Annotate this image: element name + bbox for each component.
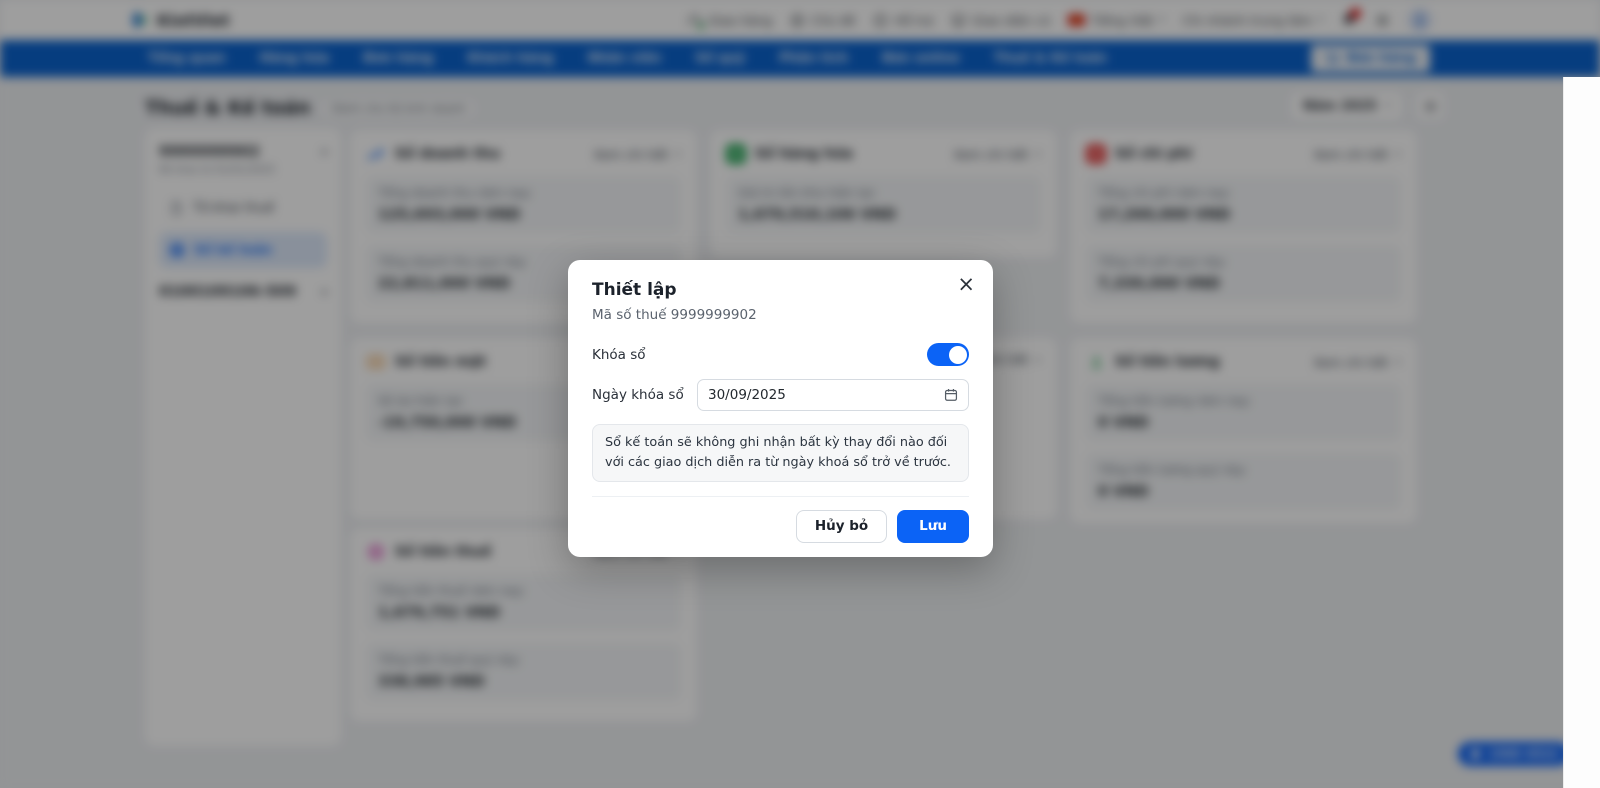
lock-date-label: Ngày khóa sổ (592, 387, 684, 403)
lock-date-field[interactable] (697, 379, 969, 411)
close-icon[interactable]: × (957, 274, 975, 295)
settings-modal: Thiết lập Mã số thuế 9999999902 × Khóa s… (568, 260, 993, 557)
calendar-icon[interactable] (944, 388, 958, 402)
save-button[interactable]: Lưu (897, 509, 969, 543)
cancel-button[interactable]: Hủy bỏ (795, 509, 888, 543)
lock-note: Sổ kế toán sẽ không ghi nhận bất kỳ thay… (592, 424, 969, 482)
modal-title: Thiết lập (592, 280, 677, 300)
lock-toggle[interactable] (927, 343, 969, 366)
toggle-knob (948, 345, 967, 364)
lock-label: Khóa sổ (592, 346, 646, 363)
lock-date-input[interactable] (708, 387, 936, 403)
scrollbar[interactable] (1563, 77, 1600, 788)
modal-tax-line: Mã số thuế 9999999902 (592, 307, 757, 323)
